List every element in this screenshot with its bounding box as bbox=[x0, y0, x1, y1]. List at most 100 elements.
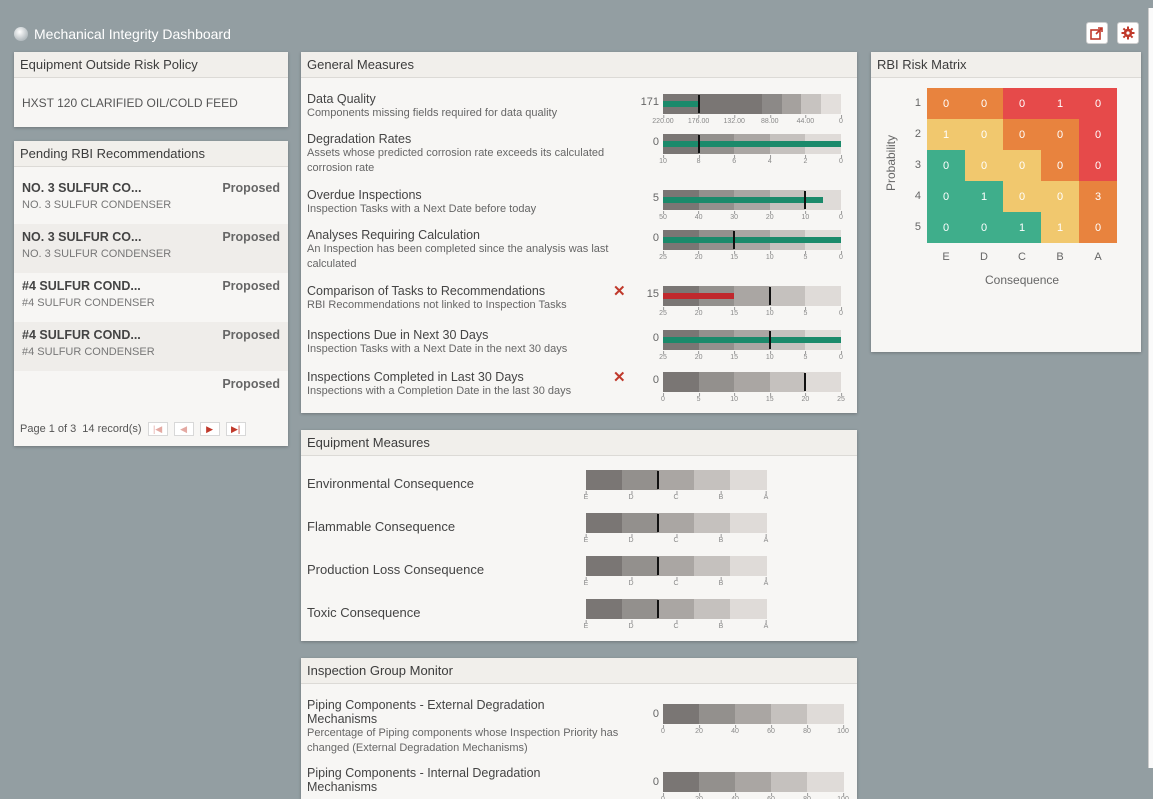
measure-value: 171 bbox=[640, 96, 659, 108]
matrix-cell[interactable]: 0 bbox=[1041, 181, 1079, 212]
range-band bbox=[761, 94, 783, 114]
tick-label: 10 bbox=[765, 307, 774, 317]
measure-row[interactable]: Comparison of Tasks to Recommendations RB… bbox=[307, 282, 843, 317]
matrix-cell[interactable]: 0 bbox=[1079, 150, 1117, 181]
matrix-cell[interactable]: 0 bbox=[1079, 88, 1117, 119]
matrix-cell[interactable]: 1 bbox=[927, 119, 965, 150]
matrix-cell[interactable]: 0 bbox=[927, 181, 965, 212]
top-bar: Mechanical Integrity Dashboard bbox=[0, 0, 1153, 44]
rbi-risk-matrix-panel: RBI Risk Matrix 100010210000300000401003… bbox=[871, 52, 1141, 352]
share-icon[interactable] bbox=[1086, 22, 1108, 44]
target-marker bbox=[768, 287, 771, 305]
range-band bbox=[735, 772, 772, 792]
list-item[interactable]: Proposed bbox=[14, 371, 288, 420]
measure-value: 0 bbox=[652, 332, 659, 344]
list-item[interactable]: NO. 3 SULFUR CO... NO. 3 SULFUR CONDENSER… bbox=[14, 224, 288, 273]
value-bar bbox=[663, 101, 699, 107]
close-icon[interactable]: ✕ bbox=[613, 368, 626, 386]
bullet-chart bbox=[586, 556, 767, 576]
value-bar bbox=[663, 293, 735, 299]
list-item[interactable]: HXST 120 CLARIFIED OIL/COLD FEED bbox=[14, 78, 288, 128]
range-band bbox=[801, 94, 822, 114]
tick-label: D bbox=[628, 620, 634, 630]
prev-page-button[interactable]: ◀ bbox=[173, 422, 194, 436]
matrix-cell[interactable]: 1 bbox=[1041, 88, 1079, 119]
tick-label: A bbox=[763, 491, 769, 501]
matrix-cell[interactable]: 0 bbox=[927, 212, 965, 243]
range-band bbox=[658, 556, 695, 576]
matrix-cell[interactable]: 0 bbox=[1079, 119, 1117, 150]
matrix-cell[interactable]: 0 bbox=[1041, 119, 1079, 150]
tick-label: 20 bbox=[694, 251, 703, 261]
monitor-title: Piping Components - Internal Degradation… bbox=[307, 766, 541, 794]
tick-label: A bbox=[763, 620, 769, 630]
list-item[interactable]: #4 SULFUR COND... #4 SULFUR CONDENSER Prop… bbox=[14, 322, 288, 371]
matrix-cell[interactable]: 0 bbox=[1003, 88, 1041, 119]
matrix-cell[interactable]: 0 bbox=[1003, 150, 1041, 181]
matrix-cell[interactable]: 0 bbox=[965, 212, 1003, 243]
measure-row[interactable]: Analyses Requiring Calculation An Inspect… bbox=[307, 228, 843, 272]
value-bar bbox=[663, 237, 841, 243]
matrix-cell[interactable]: 0 bbox=[1003, 181, 1041, 212]
bullet-chart bbox=[663, 286, 842, 306]
measure-row[interactable]: Inspections Due in Next 30 Days Inspectio… bbox=[307, 328, 843, 361]
matrix-cell[interactable]: 1 bbox=[1003, 212, 1041, 243]
last-page-button[interactable]: ▶| bbox=[225, 422, 246, 436]
axis-ticks: 25 20 15 10 5 0 bbox=[659, 351, 843, 368]
tick-label: 25 bbox=[659, 251, 667, 261]
measure-row[interactable]: Overdue Inspections Inspection Tasks with… bbox=[307, 188, 843, 221]
status-badge: Proposed bbox=[222, 328, 280, 342]
range-band bbox=[622, 513, 659, 533]
matrix-cell[interactable]: 1 bbox=[965, 181, 1003, 212]
measure-description: Components missing fields required for d… bbox=[307, 107, 558, 119]
matrix-cell[interactable]: 0 bbox=[1003, 119, 1041, 150]
next-page-button[interactable]: ▶ bbox=[199, 422, 220, 436]
tick-label: 50 bbox=[659, 211, 667, 221]
list-item[interactable]: #4 SULFUR COND... #4 SULFUR CONDENSER Prop… bbox=[14, 273, 288, 322]
bullet-chart bbox=[663, 94, 842, 114]
range-band bbox=[663, 704, 700, 724]
tick-label: B bbox=[718, 491, 724, 501]
matrix-cell[interactable]: 0 bbox=[927, 88, 965, 119]
matrix-cell[interactable]: 0 bbox=[965, 119, 1003, 150]
tick-label: 0 bbox=[661, 725, 665, 735]
matrix-cell[interactable]: 0 bbox=[965, 88, 1003, 119]
page-scrollbar[interactable] bbox=[1148, 8, 1153, 768]
measure-row[interactable]: Degradation Rates Assets whose predicted … bbox=[307, 132, 843, 176]
tick-label: 10 bbox=[659, 155, 667, 165]
monitor-row[interactable]: Piping Components - Internal Degradation… bbox=[307, 766, 849, 799]
matrix-cell[interactable]: 3 bbox=[1079, 181, 1117, 212]
list-item[interactable]: NO. 3 SULFUR CO... NO. 3 SULFUR CONDENSER… bbox=[14, 175, 288, 224]
bullet-chart bbox=[663, 704, 844, 724]
tick-label: 60 bbox=[767, 725, 775, 735]
target-marker bbox=[657, 514, 659, 532]
measure-row[interactable]: Data Quality Components missing fields re… bbox=[307, 92, 843, 125]
measure-description: Inspection Tasks with a Next Date in the… bbox=[307, 343, 568, 355]
target-marker bbox=[657, 557, 659, 575]
matrix-cell[interactable]: 0 bbox=[927, 150, 965, 181]
panel-title: Pending RBI Recommendations bbox=[14, 141, 288, 167]
equipment-outside-risk-policy-panel: Equipment Outside Risk Policy HXST 120 C… bbox=[14, 52, 288, 127]
app-logo-icon bbox=[14, 27, 28, 41]
axis-ticks: EDCBA bbox=[584, 534, 768, 551]
matrix-cell[interactable]: 1 bbox=[1041, 212, 1079, 243]
page-indicator: Page 1 of 3 bbox=[20, 423, 77, 435]
panel-title: Equipment Measures bbox=[301, 430, 857, 456]
measure-label: Flammable Consequence bbox=[307, 519, 456, 534]
matrix-cell[interactable]: 0 bbox=[1041, 150, 1079, 181]
bullet-chart bbox=[586, 599, 767, 619]
recommendation-title: NO. 3 SULFUR CO... bbox=[22, 230, 142, 244]
record-count: 14 record(s) bbox=[82, 423, 142, 435]
matrix-cell[interactable]: 0 bbox=[1079, 212, 1117, 243]
first-page-button[interactable]: |◀ bbox=[147, 422, 168, 436]
range-band bbox=[658, 599, 695, 619]
measure-row[interactable]: Inspections Completed in Last 30 Days Ins… bbox=[307, 368, 845, 403]
target-marker bbox=[697, 135, 700, 153]
measure-label: Production Loss Consequence bbox=[307, 562, 485, 577]
axis-ticks: 50 40 30 20 10 0 bbox=[659, 211, 843, 228]
tick-label: 176.00 bbox=[687, 115, 710, 125]
close-icon[interactable]: ✕ bbox=[613, 282, 626, 300]
monitor-row[interactable]: Piping Components - External Degradation… bbox=[307, 698, 849, 756]
matrix-cell[interactable]: 0 bbox=[965, 150, 1003, 181]
gear-icon[interactable] bbox=[1117, 22, 1139, 44]
